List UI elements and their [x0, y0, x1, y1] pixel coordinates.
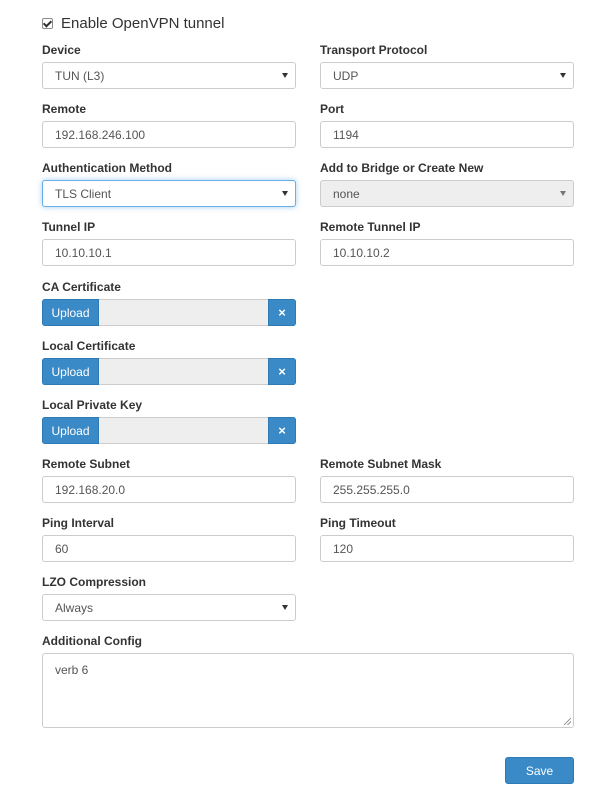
local-certificate-clear-button[interactable]: × — [268, 358, 296, 385]
port-label: Port — [320, 102, 344, 116]
device-select[interactable]: TUN (L3) — [42, 62, 296, 89]
remote-subnet-mask-label: Remote Subnet Mask — [320, 457, 442, 471]
authentication-method-label: Authentication Method — [42, 161, 172, 175]
local-private-key-file-display — [99, 417, 268, 444]
device-label: Device — [42, 43, 81, 57]
additional-config-label: Additional Config — [42, 634, 142, 648]
enable-openvpn-label: Enable OpenVPN tunnel — [61, 14, 225, 32]
chevron-down-icon — [282, 605, 288, 610]
local-certificate-upload-button[interactable]: Upload — [42, 358, 99, 385]
authentication-method-value: TLS Client — [55, 186, 112, 201]
bridge-select-value: none — [333, 186, 360, 201]
local-private-key-upload-button[interactable]: Upload — [42, 417, 99, 444]
ping-timeout-value: 120 — [333, 541, 354, 556]
ping-interval-input[interactable]: 60 — [42, 535, 296, 562]
bridge-label: Add to Bridge or Create New — [320, 161, 484, 175]
chevron-down-icon — [282, 73, 288, 78]
remote-input[interactable]: 192.168.246.100 — [42, 121, 296, 148]
enable-openvpn-row[interactable]: Enable OpenVPN tunnel — [42, 13, 224, 33]
additional-config-value: verb 6 — [55, 663, 89, 677]
local-certificate-label: Local Certificate — [42, 339, 136, 353]
lzo-compression-value: Always — [55, 600, 94, 615]
ping-timeout-label: Ping Timeout — [320, 516, 396, 530]
tunnel-ip-value: 10.10.10.1 — [55, 245, 112, 260]
remote-tunnel-ip-label: Remote Tunnel IP — [320, 220, 421, 234]
save-button[interactable]: Save — [505, 757, 574, 784]
lzo-compression-label: LZO Compression — [42, 575, 147, 589]
local-certificate-file-display — [99, 358, 268, 385]
remote-subnet-mask-value: 255.255.255.0 — [333, 482, 410, 497]
port-input-value: 1194 — [333, 127, 359, 142]
remote-label: Remote — [42, 102, 87, 116]
additional-config-textarea[interactable]: verb 6 — [42, 653, 574, 728]
remote-input-value: 192.168.246.100 — [55, 127, 146, 142]
enable-openvpn-checkbox[interactable] — [42, 17, 53, 29]
transport-protocol-value: UDP — [333, 68, 359, 83]
ping-interval-value: 60 — [55, 541, 69, 556]
tunnel-ip-label: Tunnel IP — [42, 220, 96, 234]
chevron-down-icon — [282, 191, 288, 196]
lzo-compression-select[interactable]: Always — [42, 594, 296, 621]
transport-protocol-select[interactable]: UDP — [320, 62, 574, 89]
ca-certificate-upload: Upload × — [42, 299, 296, 326]
tunnel-ip-input[interactable]: 10.10.10.1 — [42, 239, 296, 266]
local-private-key-upload: Upload × — [42, 417, 296, 444]
device-select-value: TUN (L3) — [55, 68, 105, 83]
local-certificate-upload: Upload × — [42, 358, 296, 385]
ping-timeout-input[interactable]: 120 — [320, 535, 574, 562]
remote-subnet-input[interactable]: 192.168.20.0 — [42, 476, 296, 503]
authentication-method-select[interactable]: TLS Client — [42, 180, 296, 207]
ping-interval-label: Ping Interval — [42, 516, 115, 530]
local-private-key-clear-button[interactable]: × — [268, 417, 296, 444]
remote-subnet-value: 192.168.20.0 — [55, 482, 126, 497]
ca-certificate-label: CA Certificate — [42, 280, 121, 294]
ca-certificate-upload-button[interactable]: Upload — [42, 299, 99, 326]
transport-protocol-label: Transport Protocol — [320, 43, 428, 57]
resize-handle-icon[interactable] — [564, 718, 571, 725]
remote-tunnel-ip-value: 10.10.10.2 — [333, 245, 390, 260]
local-private-key-label: Local Private Key — [42, 398, 143, 412]
ca-certificate-file-display — [99, 299, 268, 326]
remote-tunnel-ip-input[interactable]: 10.10.10.2 — [320, 239, 574, 266]
remote-subnet-label: Remote Subnet — [42, 457, 131, 471]
chevron-down-icon — [560, 191, 566, 196]
port-input[interactable]: 1194 — [320, 121, 574, 148]
bridge-select: none — [320, 180, 574, 207]
remote-subnet-mask-input[interactable]: 255.255.255.0 — [320, 476, 574, 503]
ca-certificate-clear-button[interactable]: × — [268, 299, 296, 326]
chevron-down-icon — [560, 73, 566, 78]
